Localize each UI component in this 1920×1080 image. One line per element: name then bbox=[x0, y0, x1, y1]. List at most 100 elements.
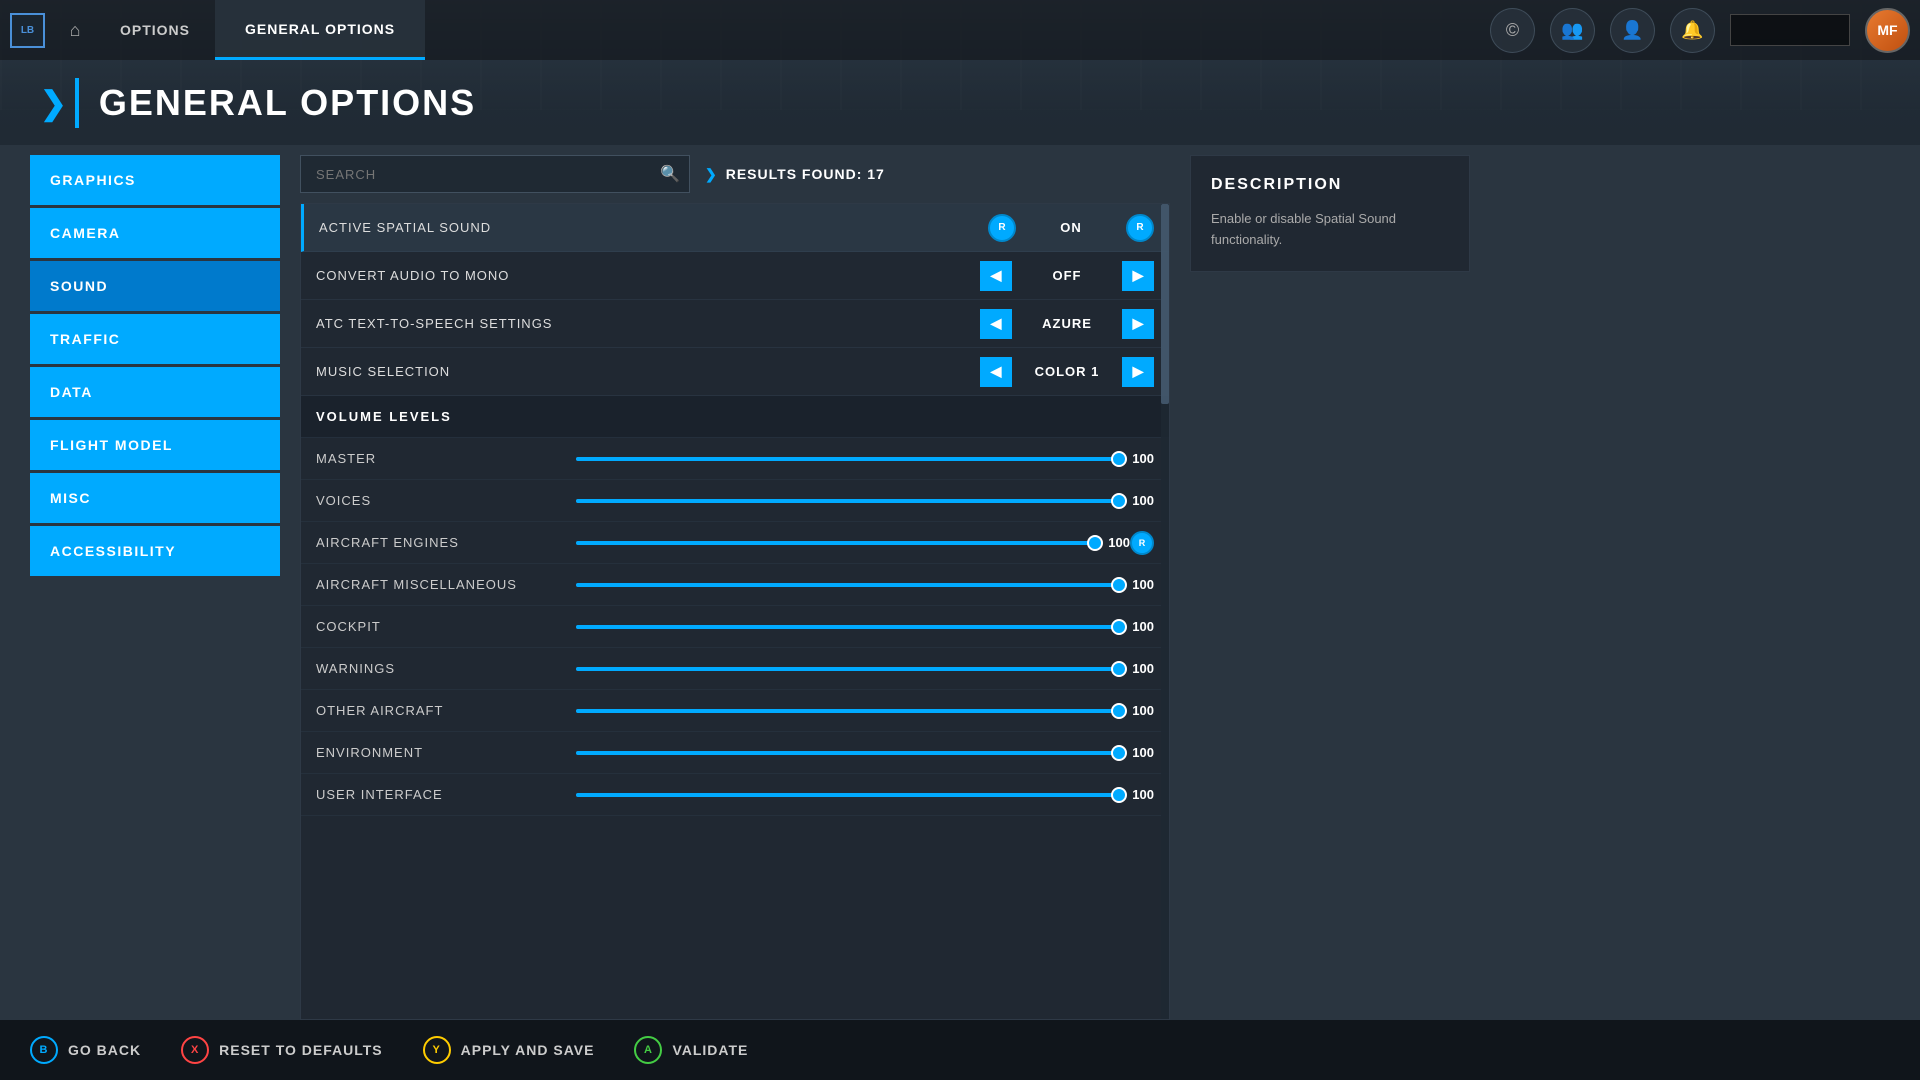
apply-and-save-key-icon: Y bbox=[423, 1036, 451, 1064]
slider-track-user-interface[interactable] bbox=[576, 793, 1119, 797]
option-row-convert-audio: CONVERT AUDIO TO MONO ◀ OFF ▶ bbox=[301, 252, 1169, 300]
slider-thumb-warnings[interactable] bbox=[1111, 661, 1127, 677]
slider-row-cockpit: COCKPIT 100 bbox=[301, 606, 1169, 648]
option-controls-atc-tts: ◀ AZURE ▶ bbox=[980, 309, 1154, 339]
slider-wrap-cockpit bbox=[576, 625, 1119, 629]
ctrl-btn-convert-audio-left[interactable]: ◀ bbox=[980, 261, 1012, 291]
slider-wrap-environment bbox=[576, 751, 1119, 755]
search-bar: 🔍 ❯ RESULTS FOUND: 17 bbox=[300, 155, 1170, 193]
slider-fill-voices bbox=[576, 499, 1119, 503]
slider-row-environment: ENVIRONMENT 100 bbox=[301, 732, 1169, 774]
slider-row-aircraft-engines: AIRCRAFT ENGINES 100 R bbox=[301, 522, 1169, 564]
reset-btn-active-spatial-sound-right[interactable]: R bbox=[1126, 214, 1154, 242]
slider-row-master: MASTER 100 bbox=[301, 438, 1169, 480]
slider-track-master[interactable] bbox=[576, 457, 1119, 461]
top-nav: LB ⌂ OPTIONS GENERAL OPTIONS © 👥 👤 🔔 MF bbox=[0, 0, 1920, 60]
option-controls-convert-audio: ◀ OFF ▶ bbox=[980, 261, 1154, 291]
content-wrapper: GRAPHICS CAMERA SOUND TRAFFIC DATA FLIGH… bbox=[0, 145, 1920, 1020]
sidebar-item-traffic[interactable]: TRAFFIC bbox=[30, 314, 280, 364]
slider-fill-aircraft-misc bbox=[576, 583, 1119, 587]
slider-thumb-aircraft-engines[interactable] bbox=[1087, 535, 1103, 551]
sidebar: GRAPHICS CAMERA SOUND TRAFFIC DATA FLIGH… bbox=[30, 145, 280, 1020]
slider-track-aircraft-misc[interactable] bbox=[576, 583, 1119, 587]
slider-thumb-master[interactable] bbox=[1111, 451, 1127, 467]
slider-wrap-aircraft-misc bbox=[576, 583, 1119, 587]
ctrl-btn-music-left[interactable]: ◀ bbox=[980, 357, 1012, 387]
slider-thumb-other-aircraft[interactable] bbox=[1111, 703, 1127, 719]
ctrl-btn-atc-tts-left[interactable]: ◀ bbox=[980, 309, 1012, 339]
slider-row-other-aircraft: OTHER AIRCRAFT 100 bbox=[301, 690, 1169, 732]
sidebar-item-sound[interactable]: SOUND bbox=[30, 261, 280, 311]
nav-icon-community[interactable]: 👥 bbox=[1550, 8, 1595, 53]
section-header-volume: VOLUME LEVELS bbox=[301, 396, 1169, 438]
slider-thumb-voices[interactable] bbox=[1111, 493, 1127, 509]
sidebar-item-misc[interactable]: MISC bbox=[30, 473, 280, 523]
sidebar-item-flight-model[interactable]: FLIGHT MODEL bbox=[30, 420, 280, 470]
slider-thumb-user-interface[interactable] bbox=[1111, 787, 1127, 803]
page-title: GENERAL OPTIONS bbox=[99, 82, 476, 124]
description-title: DESCRIPTION bbox=[1211, 176, 1449, 194]
reset-btn-active-spatial-sound-left[interactable]: R bbox=[988, 214, 1016, 242]
ctrl-btn-music-right[interactable]: ▶ bbox=[1122, 357, 1154, 387]
go-back-label: GO BACK bbox=[68, 1042, 141, 1058]
nav-options-tab[interactable]: OPTIONS bbox=[95, 0, 215, 60]
nav-home-button[interactable]: ⌂ bbox=[55, 10, 95, 50]
sidebar-item-graphics[interactable]: GRAPHICS bbox=[30, 155, 280, 205]
option-row-atc-tts: ATC TEXT-TO-SPEECH SETTINGS ◀ AZURE ▶ bbox=[301, 300, 1169, 348]
slider-thumb-cockpit[interactable] bbox=[1111, 619, 1127, 635]
slider-label-master: MASTER bbox=[316, 451, 576, 466]
slider-thumb-aircraft-misc[interactable] bbox=[1111, 577, 1127, 593]
slider-track-voices[interactable] bbox=[576, 499, 1119, 503]
nav-username bbox=[1730, 14, 1850, 46]
slider-row-warnings: WARNINGS 100 bbox=[301, 648, 1169, 690]
nav-general-options-tab[interactable]: GENERAL OPTIONS bbox=[215, 0, 425, 60]
main-panel: 🔍 ❯ RESULTS FOUND: 17 ACTIVE SPATIAL SOU… bbox=[300, 145, 1170, 1020]
description-box: DESCRIPTION Enable or disable Spatial So… bbox=[1190, 155, 1470, 272]
validate-button[interactable]: A VALIDATE bbox=[634, 1036, 748, 1064]
results-count: 17 bbox=[867, 166, 885, 182]
sidebar-item-data[interactable]: DATA bbox=[30, 367, 280, 417]
slider-label-aircraft-misc: AIRCRAFT MISCELLANEOUS bbox=[316, 577, 576, 592]
reset-to-defaults-label: RESET TO DEFAULTS bbox=[219, 1042, 383, 1058]
option-label-atc-tts: ATC TEXT-TO-SPEECH SETTINGS bbox=[316, 316, 980, 331]
ctrl-btn-atc-tts-right[interactable]: ▶ bbox=[1122, 309, 1154, 339]
slider-wrap-other-aircraft bbox=[576, 709, 1119, 713]
scrollbar-track[interactable] bbox=[1161, 204, 1169, 1019]
slider-row-voices: VOICES 100 bbox=[301, 480, 1169, 522]
scrollbar-thumb[interactable] bbox=[1161, 204, 1169, 404]
slider-track-cockpit[interactable] bbox=[576, 625, 1119, 629]
slider-fill-aircraft-engines bbox=[576, 541, 1095, 545]
option-label-music-selection: MUSIC SELECTION bbox=[316, 364, 980, 379]
apply-and-save-button[interactable]: Y APPLY AND SAVE bbox=[423, 1036, 595, 1064]
slider-wrap-voices bbox=[576, 499, 1119, 503]
validate-label: VALIDATE bbox=[672, 1042, 748, 1058]
slider-wrap-master bbox=[576, 457, 1119, 461]
slider-track-other-aircraft[interactable] bbox=[576, 709, 1119, 713]
slider-reset-btn-aircraft-engines[interactable]: R bbox=[1130, 531, 1154, 555]
slider-wrap-warnings bbox=[576, 667, 1119, 671]
nav-right: © 👥 👤 🔔 MF bbox=[1490, 8, 1910, 53]
reset-to-defaults-key-icon: X bbox=[181, 1036, 209, 1064]
slider-track-environment[interactable] bbox=[576, 751, 1119, 755]
nav-icon-profile[interactable]: 👤 bbox=[1610, 8, 1655, 53]
nav-icon-copyright[interactable]: © bbox=[1490, 8, 1535, 53]
nav-avatar[interactable]: MF bbox=[1865, 8, 1910, 53]
search-input[interactable] bbox=[300, 155, 690, 193]
slider-label-voices: VOICES bbox=[316, 493, 576, 508]
slider-label-user-interface: USER INTERFACE bbox=[316, 787, 576, 802]
results-chevron-icon: ❯ bbox=[705, 166, 718, 183]
header-divider bbox=[75, 78, 79, 128]
slider-fill-other-aircraft bbox=[576, 709, 1119, 713]
go-back-button[interactable]: B GO BACK bbox=[30, 1036, 141, 1064]
slider-track-aircraft-engines[interactable] bbox=[576, 541, 1095, 545]
slider-thumb-environment[interactable] bbox=[1111, 745, 1127, 761]
slider-fill-user-interface bbox=[576, 793, 1119, 797]
sidebar-item-camera[interactable]: CAMERA bbox=[30, 208, 280, 258]
slider-track-warnings[interactable] bbox=[576, 667, 1119, 671]
sidebar-item-accessibility[interactable]: ACCESSIBILITY bbox=[30, 526, 280, 576]
nav-logo: LB bbox=[10, 13, 45, 48]
nav-icon-notifications[interactable]: 🔔 bbox=[1670, 8, 1715, 53]
slider-label-warnings: WARNINGS bbox=[316, 661, 576, 676]
ctrl-btn-convert-audio-right[interactable]: ▶ bbox=[1122, 261, 1154, 291]
reset-to-defaults-button[interactable]: X RESET TO DEFAULTS bbox=[181, 1036, 383, 1064]
